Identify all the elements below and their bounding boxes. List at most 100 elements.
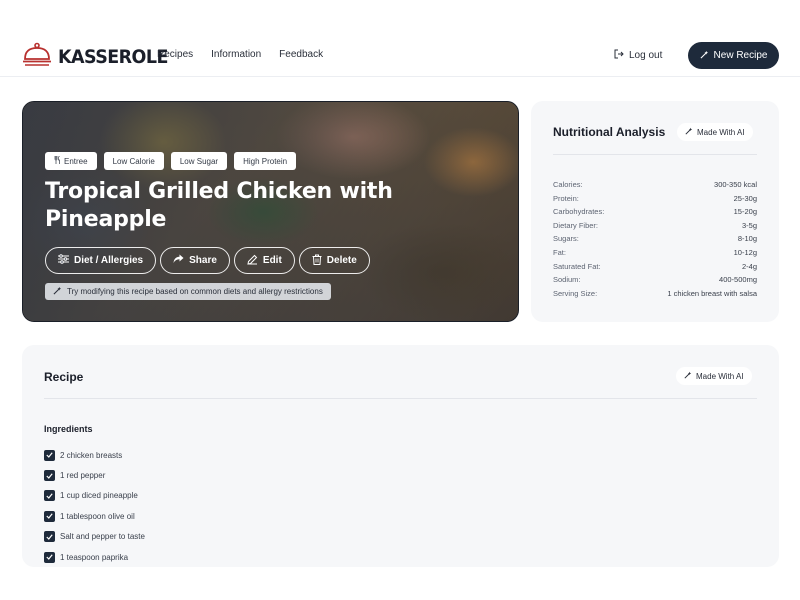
made-with-ai-badge: Made With AI — [676, 367, 752, 385]
nutrition-table: Calories: 300-350 kcal Protein: 25-30g Car… — [553, 180, 757, 302]
sliders-icon — [58, 254, 69, 267]
nutrition-value: 1 chicken breast with salsa — [667, 288, 757, 298]
trash-icon — [312, 254, 322, 268]
delete-button[interactable]: Delete — [298, 247, 370, 274]
nutrition-label: Calories: — [553, 180, 583, 189]
pencil-icon — [247, 254, 258, 268]
nutrition-value: 15-20g — [733, 207, 757, 217]
ingredient-item: 2 chicken breasts — [44, 445, 145, 465]
ingredient-checkbox[interactable] — [44, 490, 55, 502]
new-recipe-label: New Recipe — [713, 50, 768, 61]
share-button[interactable]: Share — [160, 247, 230, 274]
ingredient-checkbox[interactable] — [44, 449, 55, 461]
nutrition-row-carbohydrates: Carbohydrates: 15-20g — [553, 207, 757, 221]
logout-label: Log out — [629, 50, 663, 61]
tag-low-sugar: Low Sugar — [170, 152, 228, 170]
nutrition-label: Serving Size: — [553, 288, 598, 298]
ingredient-text: 1 cup diced pineapple — [60, 491, 138, 501]
ingredients-list: 2 chicken breasts 1 red pepper 1 cup dic… — [44, 445, 145, 567]
nutrition-row-saturated-fat: Saturated Fat: 2-4g — [553, 262, 757, 276]
share-label: Share — [189, 255, 217, 266]
nutrition-label: Carbohydrates: — [553, 207, 605, 217]
nav-feedback[interactable]: Feedback — [279, 49, 323, 60]
utensils-icon — [54, 155, 61, 166]
badge-label: Made With AI — [696, 371, 744, 381]
nutrition-label: Sugars: — [553, 234, 579, 244]
main-nav: Recipes Information Feedback — [157, 49, 323, 60]
recipe-hero: Entree Low Calorie Low Sugar High Protei… — [22, 101, 519, 322]
nutrition-row-sugars: Sugars: 8-10g — [553, 234, 757, 248]
badge-label: Made With AI — [697, 127, 745, 137]
nutrition-title: Nutritional Analysis — [553, 125, 666, 139]
new-recipe-button[interactable]: New Recipe — [688, 42, 779, 69]
tag-entree: Entree — [45, 152, 97, 170]
nutrition-card: Nutritional Analysis Made With AI Calori… — [531, 101, 779, 322]
magic-wand-icon — [53, 286, 62, 297]
tag-high-protein: High Protein — [234, 152, 297, 170]
nutrition-row-fiber: Dietary Fiber: 3-5g — [553, 221, 757, 235]
nutrition-label: Fat: — [553, 247, 566, 257]
hint-text: Try modifying this recipe based on commo… — [67, 287, 323, 296]
ingredient-text: 2 chicken breasts — [60, 450, 123, 460]
nutrition-row-protein: Protein: 25-30g — [553, 194, 757, 208]
magic-wand-icon — [685, 127, 693, 137]
recipe-section-title: Recipe — [44, 370, 84, 384]
ingredient-checkbox[interactable] — [44, 510, 55, 522]
tag-label: Entree — [64, 156, 88, 166]
tag-label: Low Sugar — [179, 156, 219, 166]
nutrition-label: Protein: — [553, 193, 579, 203]
ingredient-text: 1 tablespoon olive oil — [60, 511, 135, 521]
nutrition-value: 10-12g — [733, 247, 757, 257]
divider — [44, 398, 757, 399]
modify-hint: Try modifying this recipe based on commo… — [45, 283, 331, 300]
tag-low-calorie: Low Calorie — [103, 152, 164, 170]
nutrition-value: 2-4g — [741, 261, 757, 271]
diet-allergies-button[interactable]: Diet / Allergies — [45, 247, 157, 274]
magic-wand-icon — [700, 50, 709, 62]
edit-label: Edit — [262, 255, 282, 266]
ingredient-checkbox[interactable] — [44, 470, 55, 482]
logout-icon — [614, 49, 624, 62]
nutrition-label: Sodium: — [553, 275, 581, 285]
made-with-ai-badge: Made With AI — [677, 123, 753, 141]
nutrition-row-fat: Fat: 10-12g — [553, 248, 757, 262]
share-icon — [173, 254, 184, 267]
nav-information[interactable]: Information — [211, 49, 261, 60]
divider — [553, 154, 757, 155]
nutrition-label: Dietary Fiber: — [553, 220, 599, 230]
diet-allergies-label: Diet / Allergies — [74, 255, 144, 266]
nutrition-label: Saturated Fat: — [553, 261, 601, 271]
nav-recipes[interactable]: Recipes — [157, 49, 193, 60]
brand-logo[interactable]: KASSEROLE — [22, 42, 177, 71]
nutrition-row-calories: Calories: 300-350 kcal — [553, 180, 757, 194]
delete-label: Delete — [326, 255, 357, 266]
ingredient-item: 1 red pepper — [44, 465, 145, 485]
recipe-tags: Entree Low Calorie Low Sugar High Protei… — [45, 152, 297, 170]
nutrition-value: 3-5g — [741, 220, 757, 230]
ingredient-checkbox[interactable] — [44, 551, 55, 563]
ingredients-heading: Ingredients — [44, 424, 93, 434]
tag-label: High Protein — [243, 156, 288, 166]
tag-label: Low Calorie — [112, 156, 155, 166]
logout-button[interactable]: Log out — [614, 49, 662, 62]
recipe-title: Tropical Grilled Chicken with Pineapple — [45, 179, 393, 232]
ingredient-item: 1 tablespoon olive oil — [44, 506, 145, 526]
ingredient-text: Salt and pepper to taste — [60, 532, 145, 542]
recipe-card: Recipe Made With AI Ingredients 2 chicke… — [22, 345, 779, 567]
nutrition-value: 8-10g — [737, 234, 757, 244]
nutrition-value: 400-500mg — [719, 275, 757, 285]
nutrition-value: 300-350 kcal — [714, 180, 757, 189]
ingredient-item: 1 teaspoon paprika — [44, 547, 145, 567]
ingredient-item: Salt and pepper to taste — [44, 527, 145, 547]
top-navbar: KASSEROLE Recipes Information Feedback L… — [0, 0, 800, 77]
nutrition-row-serving-size: Serving Size: 1 chicken breast with salsa — [553, 289, 757, 303]
nutrition-row-sodium: Sodium: 400-500mg — [553, 275, 757, 289]
cloche-icon — [22, 42, 52, 71]
nutrition-value: 25-30g — [733, 193, 757, 203]
ingredient-checkbox[interactable] — [44, 531, 55, 543]
recipe-actions: Diet / Allergies Share Edit Delete — [45, 247, 370, 274]
edit-button[interactable]: Edit — [233, 247, 295, 274]
ingredient-item: 1 cup diced pineapple — [44, 486, 145, 506]
ingredient-text: 1 teaspoon paprika — [60, 552, 129, 562]
ingredient-text: 1 red pepper — [60, 471, 106, 481]
